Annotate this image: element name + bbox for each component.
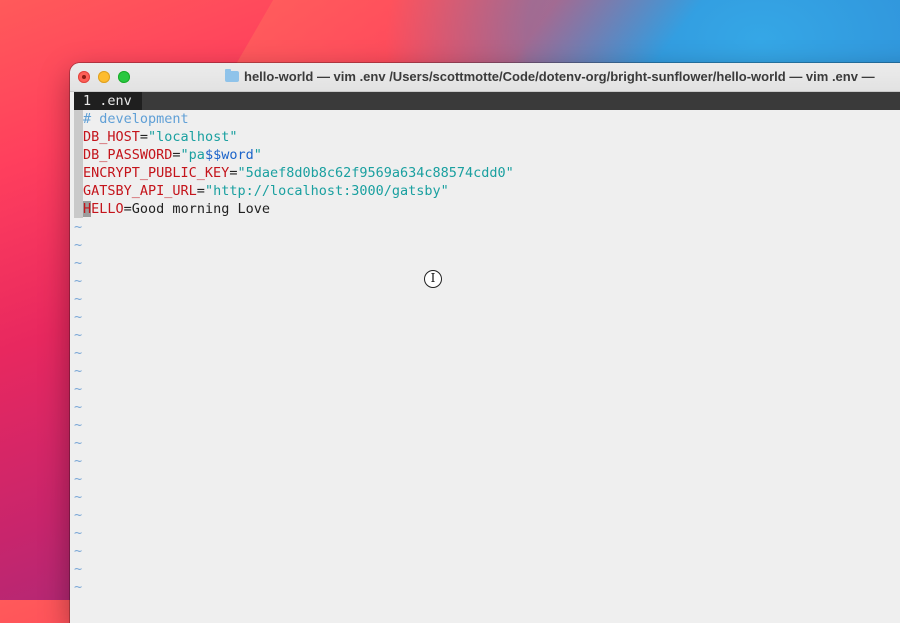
folder-icon: [225, 69, 239, 82]
empty-line-marker: ~: [74, 255, 83, 271]
equals-sign: =: [172, 147, 181, 163]
empty-lines: ~ ~ ~ ~ ~ ~ ~ ~ ~ ~ ~ ~ ~ ~ ~ ~ ~ ~ ~ ~ ~: [74, 218, 900, 596]
code-line-encrypt-key: ENCRYPT_PUBLIC_KEY="5daef8d0b8c62f9569a6…: [74, 164, 900, 182]
env-value: Good morning Love: [131, 201, 270, 217]
empty-line-marker: ~: [74, 489, 83, 505]
env-value: "pa: [180, 147, 205, 163]
vim-tab-env[interactable]: 1 .env: [74, 92, 142, 110]
env-key: DB_PASSWORD: [83, 147, 173, 163]
empty-line-marker: ~: [74, 507, 83, 523]
empty-line-marker: ~: [74, 561, 83, 577]
equals-sign: =: [123, 201, 132, 217]
empty-line-marker: ~: [74, 417, 83, 433]
code-line-db-password: DB_PASSWORD="pa$$word": [74, 146, 900, 164]
terminal-window: hello-world — vim .env /Users/scottmotte…: [70, 63, 900, 623]
code-line-gatsby-url: GATSBY_API_URL="http://localhost:3000/ga…: [74, 182, 900, 200]
code-line-db-host: DB_HOST="localhost": [74, 128, 900, 146]
empty-line-marker: ~: [74, 345, 83, 361]
empty-line-marker: ~: [74, 525, 83, 541]
empty-line-marker: ~: [74, 471, 83, 487]
env-key: DB_HOST: [83, 129, 140, 145]
minimize-window-button[interactable]: [98, 71, 110, 83]
empty-line-marker: ~: [74, 363, 83, 379]
equals-sign: =: [196, 183, 205, 199]
env-value-quote: ": [253, 147, 262, 163]
title-bar: hello-world — vim .env /Users/scottmotte…: [70, 63, 900, 92]
empty-line-marker: ~: [74, 327, 83, 343]
vim-tabline: 1 .env: [74, 92, 900, 110]
empty-line-marker: ~: [74, 219, 83, 235]
text-cursor: H: [83, 201, 92, 217]
maximize-window-button[interactable]: [118, 71, 130, 83]
close-window-button[interactable]: [78, 71, 90, 83]
env-value-variable: $$word: [204, 147, 254, 163]
empty-line-marker: ~: [74, 237, 83, 253]
empty-line-marker: ~: [74, 309, 83, 325]
comment-text: # development: [83, 111, 189, 127]
equals-sign: =: [139, 129, 149, 145]
window-title-text: hello-world — vim .env /Users/scottmotte…: [244, 69, 875, 84]
env-value: "5daef8d0b8c62f9569a634c88574cdd0": [237, 165, 514, 181]
ibeam-cursor-icon: I: [424, 270, 442, 288]
code-line-comment: # development: [74, 110, 900, 128]
env-key: ENCRYPT_PUBLIC_KEY: [83, 165, 230, 181]
empty-line-marker: ~: [74, 543, 83, 559]
env-value: "localhost": [148, 129, 238, 145]
empty-line-marker: ~: [74, 291, 83, 307]
window-title: hello-world — vim .env /Users/scottmotte…: [225, 69, 875, 84]
code-line-hello: HELLO=Good morning Love: [74, 200, 900, 218]
empty-line-marker: ~: [74, 579, 83, 595]
empty-line-marker: ~: [74, 435, 83, 451]
env-value: "http://localhost:3000/gatsby": [204, 183, 449, 199]
empty-line-marker: ~: [74, 273, 83, 289]
vim-editor[interactable]: 1 .env # development DB_HOST="localhost"…: [74, 92, 900, 623]
empty-line-marker: ~: [74, 399, 83, 415]
env-key: ELLO: [91, 201, 124, 217]
empty-line-marker: ~: [74, 381, 83, 397]
env-key: GATSBY_API_URL: [83, 183, 197, 199]
empty-line-marker: ~: [74, 453, 83, 469]
